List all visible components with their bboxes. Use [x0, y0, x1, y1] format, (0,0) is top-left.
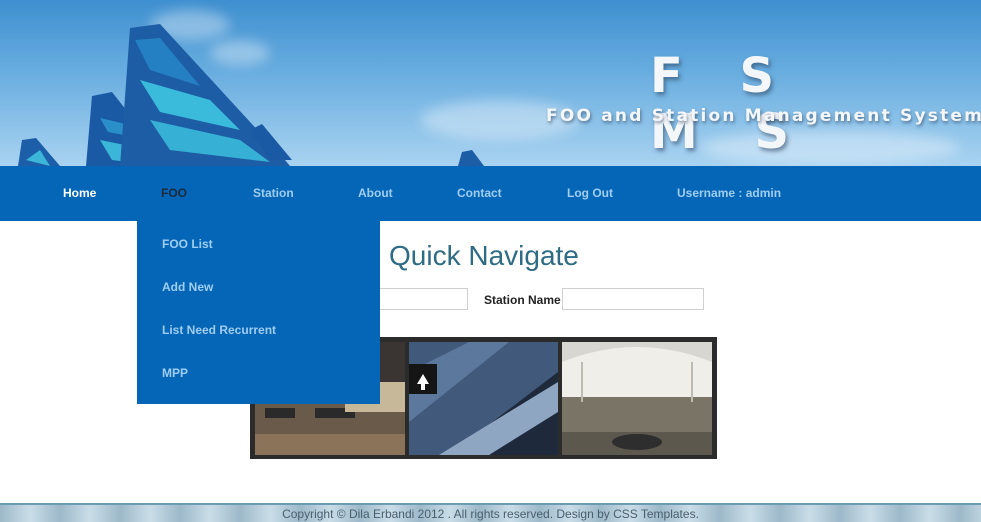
escalator-photo: [409, 342, 558, 455]
menu-item-mpp[interactable]: MPP: [162, 366, 188, 380]
menu-item-foo-list[interactable]: FOO List: [162, 237, 213, 251]
site-subtitle: FOO and Station Management System: [546, 106, 981, 126]
station-name-label: Station Name: [484, 293, 561, 307]
nav-home[interactable]: Home: [63, 166, 96, 221]
nav-username: Username : admin: [677, 186, 782, 200]
main-nav: Home FOO Station About Contact Log Out U…: [0, 166, 981, 221]
terminal-hall-photo: [562, 342, 712, 455]
foo-search-input[interactable]: [378, 288, 468, 310]
site-footer: Copyright © Dila Erbandi 2012 . All righ…: [0, 503, 981, 522]
nav-station[interactable]: Station: [253, 166, 294, 221]
site-header: F S M S FOO and Station Management Syste…: [0, 0, 981, 166]
menu-item-list-need-recurrent[interactable]: List Need Recurrent: [162, 323, 276, 337]
nav-contact[interactable]: Contact: [457, 166, 502, 221]
nav-foo[interactable]: FOO: [161, 166, 187, 221]
station-name-input[interactable]: [562, 288, 704, 310]
nav-logout[interactable]: Log Out: [567, 166, 613, 221]
copyright-text: Copyright © Dila Erbandi 2012 . All righ…: [282, 507, 699, 521]
foo-dropdown-menu: FOO List Add New List Need Recurrent MPP: [137, 221, 380, 404]
site-title: F S M S: [650, 48, 810, 160]
nav-about[interactable]: About: [358, 166, 393, 221]
menu-item-add-new[interactable]: Add New: [162, 280, 213, 294]
page-title: Quick Navigate: [389, 240, 579, 271]
